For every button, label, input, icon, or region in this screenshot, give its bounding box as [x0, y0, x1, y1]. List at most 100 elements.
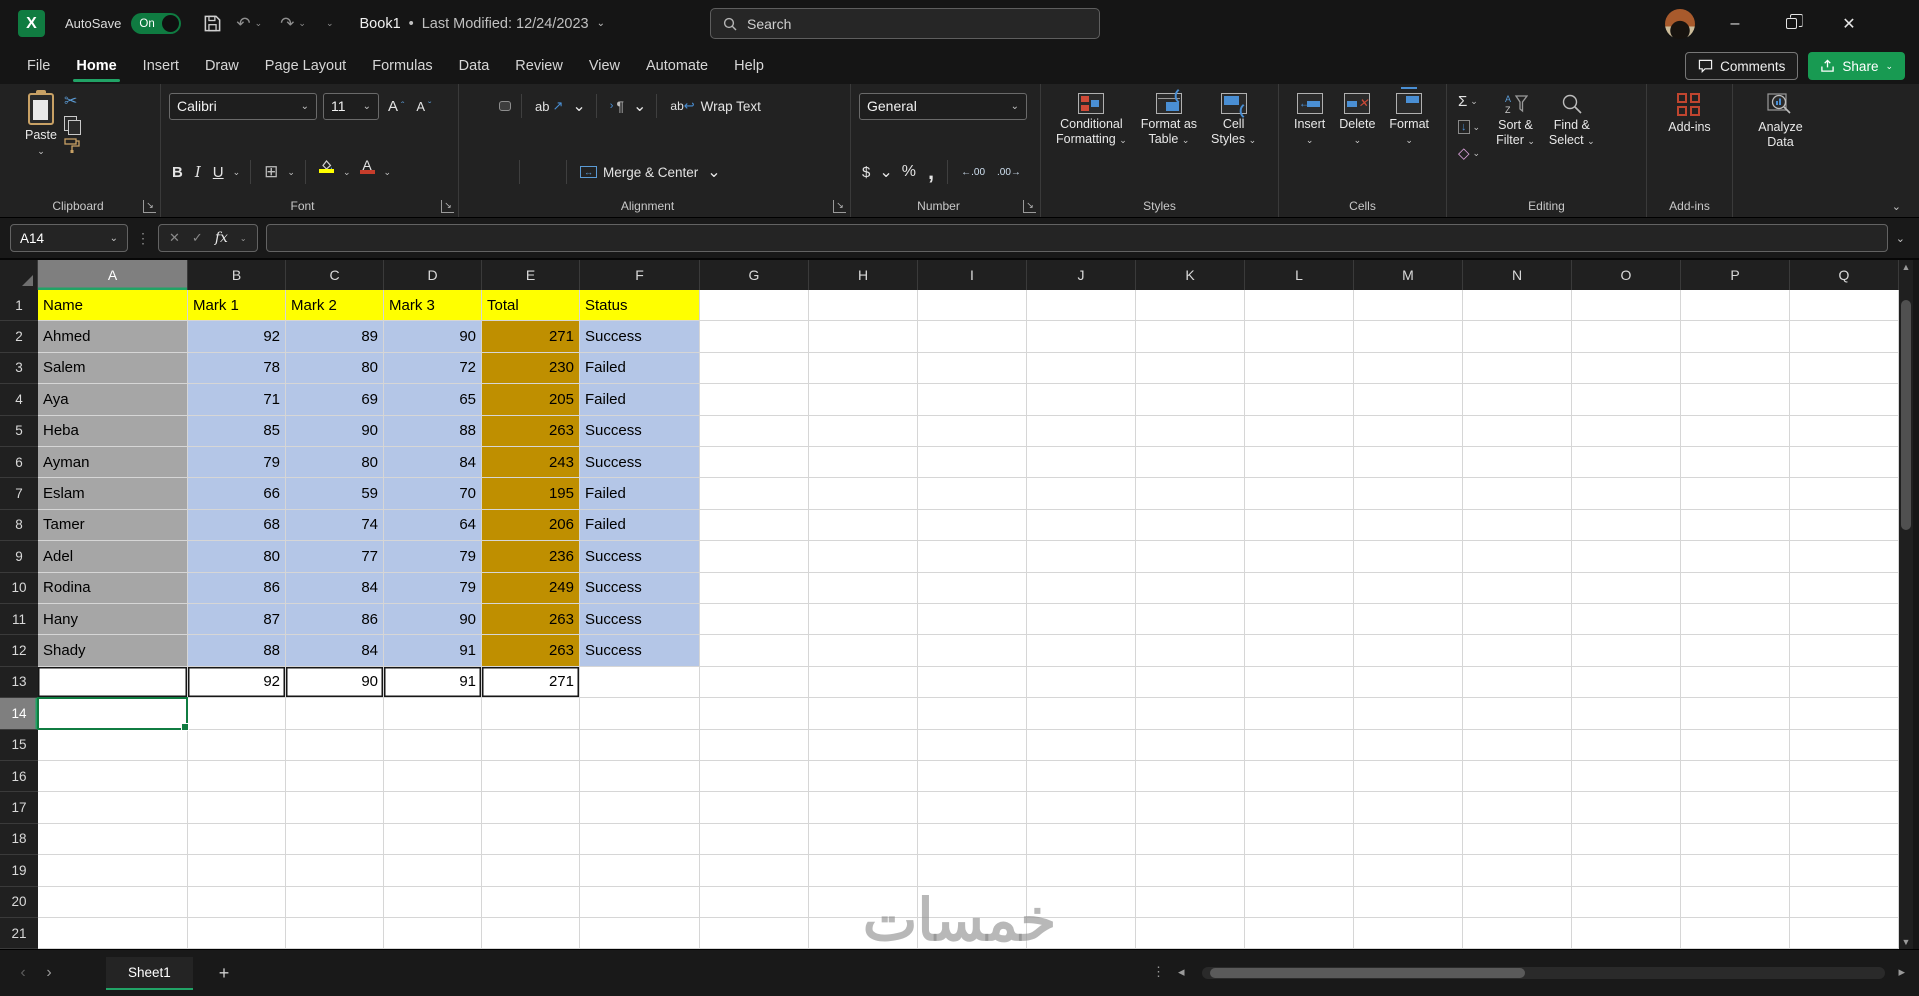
cell-B5[interactable]: 85	[188, 415, 286, 447]
cell-L2[interactable]	[1245, 321, 1354, 353]
cell-Q11[interactable]	[1790, 604, 1899, 636]
align-top-icon[interactable]	[467, 101, 477, 111]
cell-E21[interactable]	[482, 918, 580, 949]
cell-A7[interactable]: Eslam	[38, 478, 188, 510]
cell-A10[interactable]: Rodina	[38, 572, 188, 604]
delete-cells-button[interactable]: ✕ Delete ⌄	[1332, 91, 1382, 147]
borders-chevron-icon[interactable]: ⌄	[287, 167, 295, 178]
cell-M8[interactable]	[1354, 509, 1463, 542]
cell-C7[interactable]: 59	[286, 478, 384, 510]
cell-P21[interactable]	[1681, 918, 1790, 949]
cell-P18[interactable]	[1681, 823, 1790, 856]
cell-O21[interactable]	[1572, 918, 1681, 949]
cell-M7[interactable]	[1354, 478, 1463, 510]
accounting-chevron-icon[interactable]: ⌄	[879, 162, 892, 182]
cell-Q4[interactable]	[1790, 384, 1899, 416]
cell-P11[interactable]	[1681, 604, 1790, 636]
cell-F9[interactable]: Success	[580, 541, 700, 573]
cell-K4[interactable]	[1136, 384, 1245, 416]
cell-P15[interactable]	[1681, 729, 1790, 761]
cell-K5[interactable]	[1136, 415, 1245, 447]
cell-C6[interactable]: 80	[286, 447, 384, 479]
cell-A16[interactable]	[38, 761, 188, 793]
cell-G12[interactable]	[700, 635, 809, 667]
cell-Q5[interactable]	[1790, 415, 1899, 447]
cell-M20[interactable]	[1354, 886, 1463, 918]
cell-styles-button[interactable]: Cell Styles ⌄	[1204, 91, 1263, 149]
cell-Q6[interactable]	[1790, 447, 1899, 479]
cell-F2[interactable]: Success	[580, 321, 700, 353]
cell-H11[interactable]	[809, 604, 918, 636]
cell-I15[interactable]	[918, 729, 1027, 761]
cell-M13[interactable]	[1354, 666, 1463, 699]
undo-chevron-icon[interactable]: ⌄	[255, 18, 263, 29]
qat-customize-icon[interactable]: ⌄	[326, 18, 334, 29]
cell-O5[interactable]	[1572, 415, 1681, 447]
cell-C20[interactable]	[286, 886, 384, 918]
cell-N16[interactable]	[1463, 761, 1572, 793]
cell-E19[interactable]	[482, 855, 580, 887]
cell-H7[interactable]	[809, 478, 918, 510]
cell-O16[interactable]	[1572, 761, 1681, 793]
cell-Q10[interactable]	[1790, 572, 1899, 604]
column-header-K[interactable]: K	[1136, 260, 1245, 290]
cell-F14[interactable]	[580, 698, 700, 730]
cell-P10[interactable]	[1681, 572, 1790, 604]
cell-O7[interactable]	[1572, 478, 1681, 510]
cell-G2[interactable]	[700, 321, 809, 353]
cell-N12[interactable]	[1463, 635, 1572, 667]
cell-D4[interactable]: 65	[384, 384, 482, 416]
cell-P6[interactable]	[1681, 447, 1790, 479]
cell-H5[interactable]	[809, 415, 918, 447]
cell-F4[interactable]: Failed	[580, 384, 700, 416]
sheet-tab-sheet1[interactable]: Sheet1	[106, 956, 193, 990]
cell-P14[interactable]	[1681, 698, 1790, 730]
cell-L13[interactable]	[1245, 666, 1354, 699]
cell-O19[interactable]	[1572, 855, 1681, 887]
cell-H2[interactable]	[809, 321, 918, 353]
cell-C4[interactable]: 69	[286, 384, 384, 416]
cell-B12[interactable]: 88	[188, 635, 286, 667]
cell-M9[interactable]	[1354, 541, 1463, 573]
cell-J18[interactable]	[1027, 823, 1136, 856]
cell-O20[interactable]	[1572, 886, 1681, 918]
cell-Q19[interactable]	[1790, 855, 1899, 887]
row-header-19[interactable]: 19	[0, 855, 38, 887]
row-header-4[interactable]: 4	[0, 384, 38, 416]
collapse-ribbon-icon[interactable]: ⌄	[1892, 200, 1901, 213]
cell-I11[interactable]	[918, 604, 1027, 636]
cell-K20[interactable]	[1136, 886, 1245, 918]
cell-F21[interactable]	[580, 918, 700, 949]
cell-D20[interactable]	[384, 886, 482, 918]
cell-Q2[interactable]	[1790, 321, 1899, 353]
minimize-button[interactable]: –	[1712, 0, 1758, 47]
cell-I19[interactable]	[918, 855, 1027, 887]
cell-I21[interactable]	[918, 918, 1027, 949]
orientation-icon[interactable]: ab ↗	[532, 93, 566, 119]
cell-O15[interactable]	[1572, 729, 1681, 761]
cell-C5[interactable]: 90	[286, 415, 384, 447]
cell-G1[interactable]	[700, 290, 809, 322]
cell-F1[interactable]: Status	[580, 290, 700, 322]
cell-E11[interactable]: 263	[482, 604, 580, 636]
comments-button[interactable]: Comments	[1685, 52, 1799, 80]
close-button[interactable]: ✕	[1826, 0, 1872, 47]
cell-D12[interactable]: 91	[384, 635, 482, 667]
cell-G14[interactable]	[700, 698, 809, 730]
tab-insert[interactable]: Insert	[130, 47, 192, 84]
cell-O8[interactable]	[1572, 509, 1681, 542]
cell-J15[interactable]	[1027, 729, 1136, 761]
cell-C8[interactable]: 74	[286, 509, 384, 542]
vertical-scrollbar[interactable]: ▲ ▼	[1899, 260, 1913, 949]
cell-C17[interactable]	[286, 792, 384, 824]
cell-M11[interactable]	[1354, 604, 1463, 636]
cell-K6[interactable]	[1136, 447, 1245, 479]
cell-L17[interactable]	[1245, 792, 1354, 824]
cell-H19[interactable]	[809, 855, 918, 887]
cell-Q21[interactable]	[1790, 918, 1899, 949]
addins-button[interactable]: Add-ins	[1661, 91, 1717, 137]
font-color-button[interactable]: A	[357, 158, 378, 185]
font-dialog-launcher[interactable]: ↘	[441, 200, 454, 213]
cell-F10[interactable]: Success	[580, 572, 700, 604]
column-header-H[interactable]: H	[809, 260, 918, 290]
